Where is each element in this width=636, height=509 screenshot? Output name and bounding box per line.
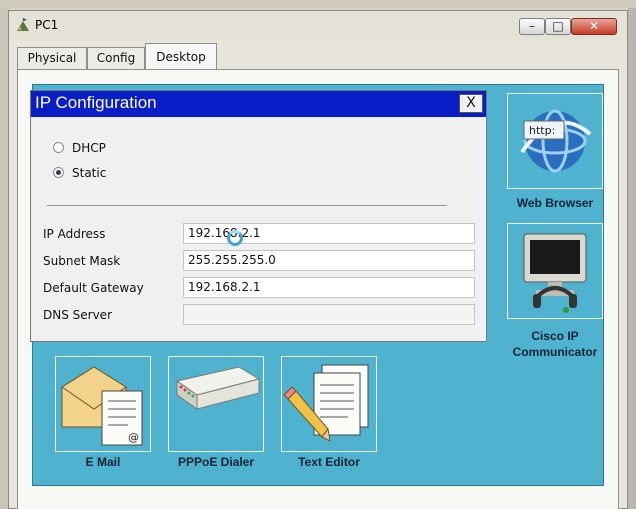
dns-server-field[interactable] bbox=[183, 304, 475, 325]
tab-physical[interactable]: Physical bbox=[17, 47, 87, 69]
svg-text:@: @ bbox=[128, 431, 139, 444]
ip-communicator-label[interactable]: Cisco IP Communicator bbox=[495, 328, 615, 360]
email-icon: @ bbox=[61, 366, 143, 446]
default-gateway-label: Default Gateway bbox=[43, 281, 144, 295]
background-app-edge-right bbox=[628, 8, 636, 509]
subnet-mask-field[interactable]: 255.255.255.0 bbox=[183, 250, 475, 271]
web-browser-label[interactable]: Web Browser bbox=[501, 196, 609, 210]
ip-configuration-dialog: IP Configuration X DHCP Static IP Addres… bbox=[30, 90, 487, 342]
dhcp-option[interactable]: DHCP bbox=[53, 141, 106, 155]
dialog-titlebar[interactable]: IP Configuration X bbox=[31, 91, 486, 117]
text-editor-label[interactable]: Text Editor bbox=[277, 455, 381, 469]
dns-server-label: DNS Server bbox=[43, 308, 112, 322]
web-browser-tile[interactable]: http: bbox=[507, 93, 603, 189]
tab-desktop[interactable]: Desktop bbox=[145, 43, 217, 69]
subnet-mask-label: Subnet Mask bbox=[43, 254, 121, 268]
screen: PC1 – □ ✕ Physical Config Desktop http: … bbox=[0, 0, 636, 509]
default-gateway-field[interactable]: 192.168.2.1 bbox=[183, 277, 475, 298]
browser-icon-text: http: bbox=[529, 124, 555, 137]
text-editor-icon bbox=[283, 364, 369, 442]
ip-communicator-tile[interactable] bbox=[507, 223, 603, 319]
email-tile[interactable]: @ bbox=[55, 356, 151, 452]
text-editor-tile[interactable] bbox=[281, 356, 377, 452]
email-label[interactable]: E Mail bbox=[51, 455, 155, 469]
dhcp-label: DHCP bbox=[72, 141, 106, 155]
pppoe-dialer-icon bbox=[175, 366, 261, 410]
static-radio[interactable] bbox=[53, 167, 64, 178]
dialog-title: IP Configuration bbox=[35, 93, 157, 112]
maximize-button[interactable]: □ bbox=[545, 18, 571, 35]
busy-cursor-icon bbox=[227, 230, 243, 246]
close-button[interactable]: ✕ bbox=[571, 18, 617, 35]
window-title: PC1 bbox=[35, 18, 59, 32]
web-browser-icon: http: bbox=[520, 109, 592, 173]
ip-communicator-icon bbox=[523, 233, 587, 313]
static-label: Static bbox=[72, 166, 107, 180]
window-titlebar[interactable]: PC1 – □ ✕ bbox=[9, 11, 627, 41]
packet-tracer-app-icon bbox=[17, 18, 29, 31]
dhcp-radio[interactable] bbox=[53, 142, 64, 153]
tab-config[interactable]: Config bbox=[87, 47, 145, 69]
background-app-menubar bbox=[0, 0, 636, 8]
pppoe-dialer-label[interactable]: PPPoE Dialer bbox=[161, 455, 271, 469]
dialog-close-button[interactable]: X bbox=[459, 94, 483, 113]
section-divider bbox=[47, 205, 447, 206]
minimize-button[interactable]: – bbox=[519, 18, 545, 35]
pppoe-dialer-tile[interactable] bbox=[168, 356, 264, 452]
static-option[interactable]: Static bbox=[53, 166, 106, 180]
ip-address-label: IP Address bbox=[43, 227, 106, 241]
